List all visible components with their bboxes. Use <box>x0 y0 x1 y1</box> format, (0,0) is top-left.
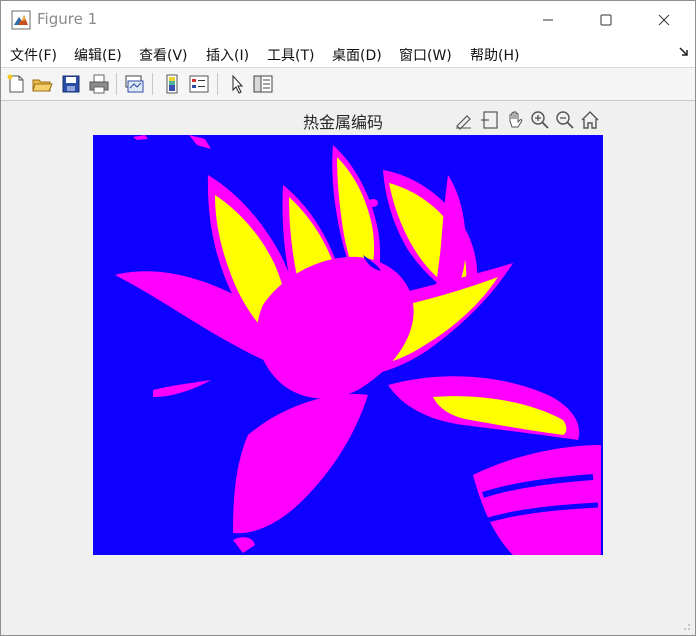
zoom-out-icon[interactable] <box>554 109 576 131</box>
maximize-icon <box>600 14 612 26</box>
figure-window: Figure 1 文件(F) 编辑(E) 查看(V) 插入(I) 工具(T) 桌… <box>0 0 696 636</box>
axes-title: 热金属编码 <box>303 113 384 132</box>
brush-icon[interactable] <box>453 109 475 131</box>
title-bar[interactable]: Figure 1 <box>1 1 695 39</box>
figure-toolbar <box>1 68 695 101</box>
link-plot-icon[interactable] <box>123 73 145 95</box>
menu-edit[interactable]: 编辑(E) <box>74 45 122 65</box>
pan-hand-icon[interactable] <box>504 109 526 131</box>
toolbar-separator <box>116 73 117 95</box>
property-inspector-icon[interactable] <box>252 73 274 95</box>
new-figure-icon[interactable] <box>5 73 27 95</box>
insert-legend-icon[interactable] <box>188 73 210 95</box>
lotus-heatmap-image <box>93 135 603 555</box>
matlab-logo-icon <box>11 10 31 30</box>
toolbar-separator <box>152 73 153 95</box>
menu-desktop[interactable]: 桌面(D) <box>332 45 382 65</box>
zoom-in-icon[interactable] <box>529 109 551 131</box>
save-icon[interactable] <box>60 73 82 95</box>
minimize-icon <box>543 19 553 21</box>
resize-grip-icon[interactable] <box>679 619 691 631</box>
home-icon[interactable] <box>579 109 601 131</box>
data-tips-icon[interactable] <box>479 109 501 131</box>
menu-insert[interactable]: 插入(I) <box>206 45 249 65</box>
menu-help[interactable]: 帮助(H) <box>470 45 519 65</box>
menu-window[interactable]: 窗口(W) <box>399 45 452 65</box>
dock-arrow-icon[interactable] <box>679 47 689 57</box>
menu-file[interactable]: 文件(F) <box>10 45 57 65</box>
window-title: Figure 1 <box>37 10 98 28</box>
lotus-image[interactable] <box>93 135 603 555</box>
menu-view[interactable]: 查看(V) <box>139 45 188 65</box>
edit-plot-pointer-icon[interactable] <box>226 73 248 95</box>
menu-bar: 文件(F) 编辑(E) 查看(V) 插入(I) 工具(T) 桌面(D) 窗口(W… <box>1 39 695 68</box>
close-button[interactable] <box>635 1 693 39</box>
close-icon <box>658 14 670 26</box>
print-icon[interactable] <box>88 73 110 95</box>
insert-colorbar-icon[interactable] <box>161 73 183 95</box>
toolbar-separator <box>217 73 218 95</box>
menu-tools[interactable]: 工具(T) <box>267 45 314 65</box>
figure-canvas: 热金属编码 <box>1 101 695 635</box>
maximize-button[interactable] <box>577 1 635 39</box>
minimize-button[interactable] <box>519 1 577 39</box>
open-file-icon[interactable] <box>31 73 53 95</box>
